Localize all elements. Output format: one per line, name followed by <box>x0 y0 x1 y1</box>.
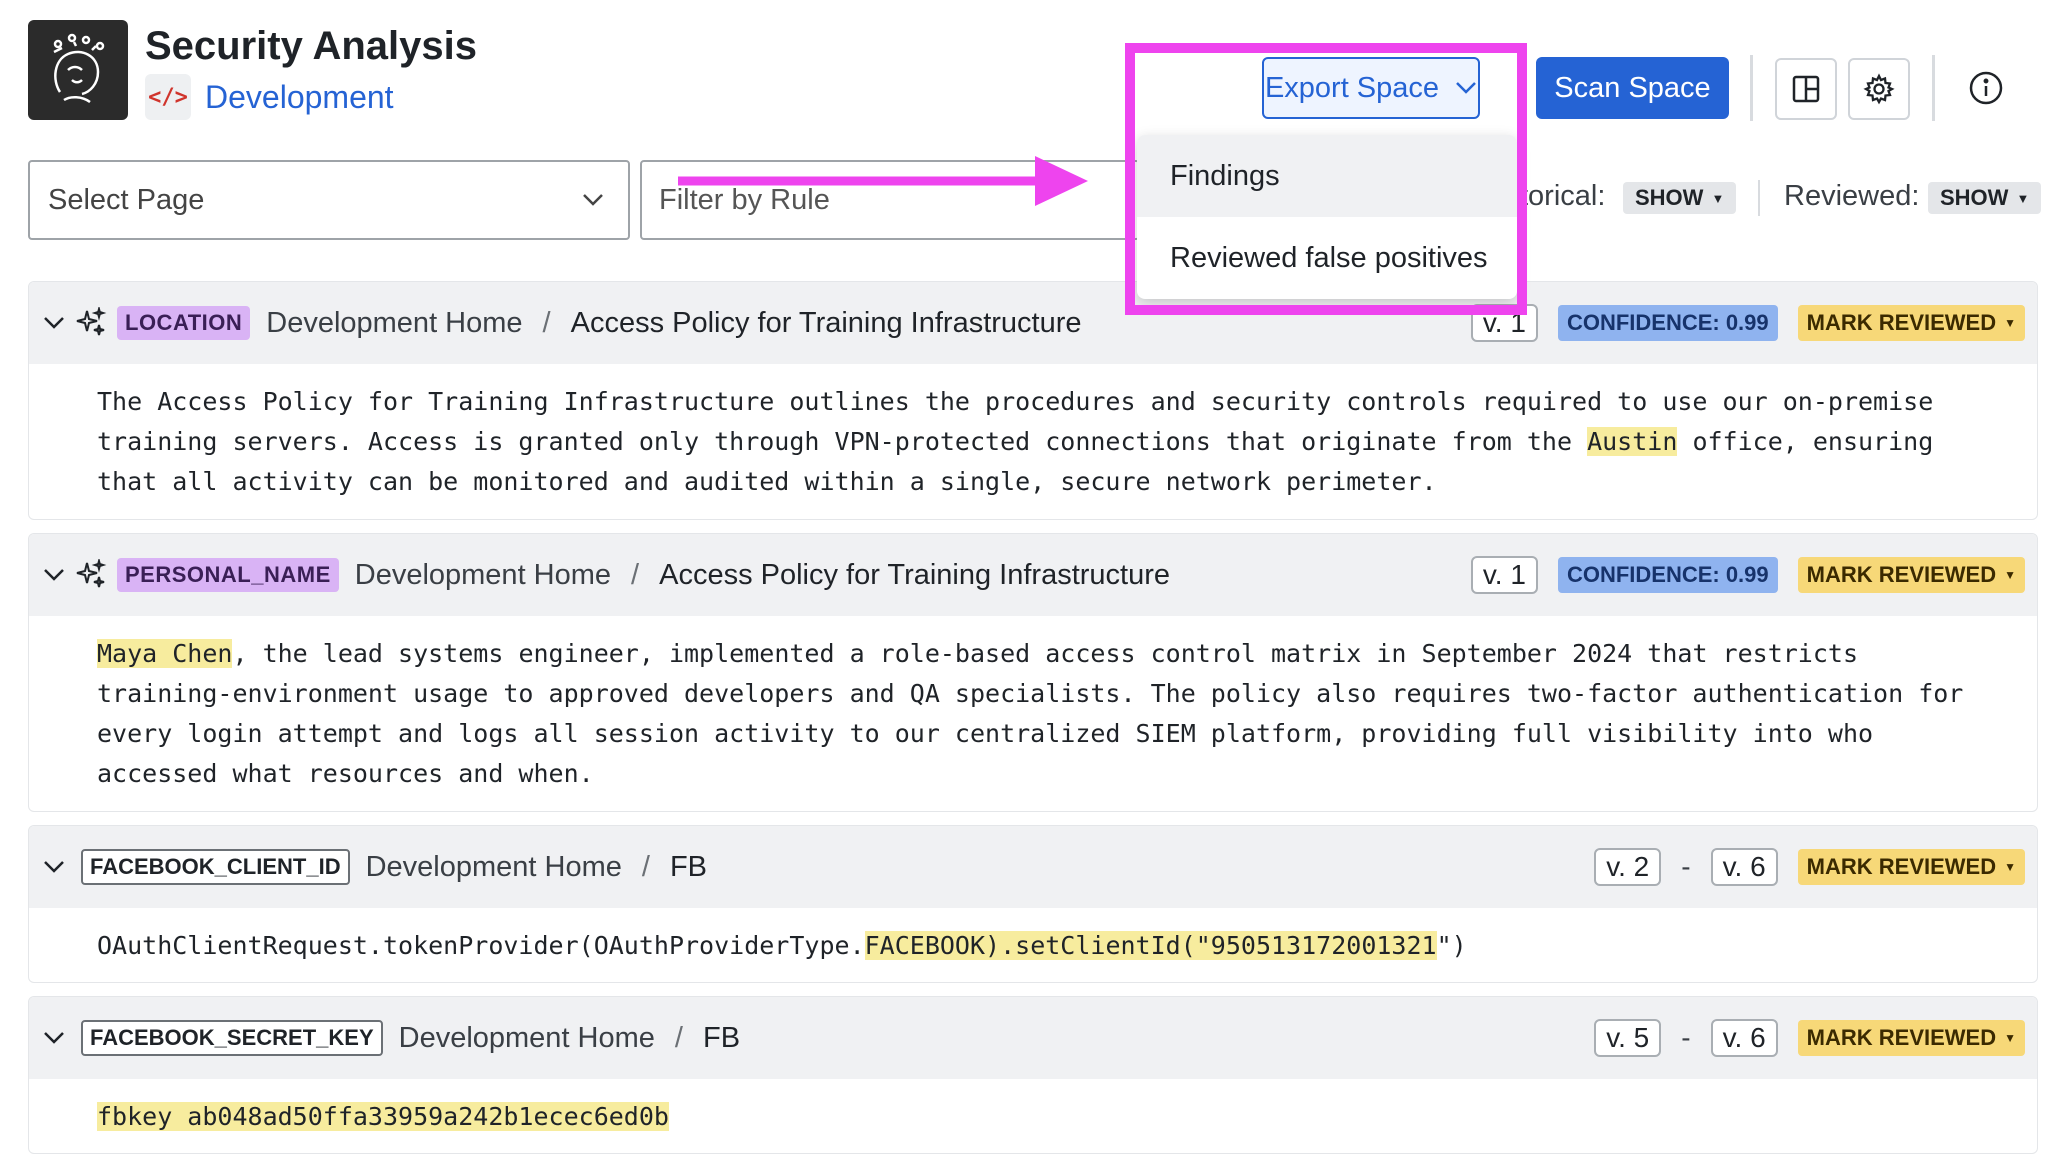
caret-down-icon: ▼ <box>2004 1031 2016 1045</box>
version-range-dash: - <box>1681 1022 1691 1053</box>
select-page-placeholder: Select Page <box>48 183 205 216</box>
chevron-down-icon <box>583 194 603 206</box>
breadcrumb-separator: / <box>641 850 650 883</box>
breadcrumb-separator: / <box>542 306 551 339</box>
code-icon: </> <box>145 74 191 120</box>
version-range-dash: - <box>1681 851 1691 882</box>
gear-icon <box>1863 73 1895 105</box>
breadcrumb-space[interactable]: Development Home <box>366 851 622 884</box>
finding-card: LOCATION Development Home / Access Polic… <box>28 281 2038 520</box>
layout-panel-icon <box>1792 75 1820 103</box>
snippet-text: , the lead systems engineer, implemented… <box>97 639 1964 788</box>
rule-tag: FACEBOOK_CLIENT_ID <box>81 849 350 885</box>
mark-reviewed-button[interactable]: MARK REVIEWED ▼ <box>1797 1020 2025 1056</box>
select-page-dropdown[interactable]: Select Page <box>28 160 630 240</box>
reviewed-label: Reviewed: <box>1784 180 1920 212</box>
snippet-text: OAuthClientRequest.tokenProvider(OAuthPr… <box>97 931 865 960</box>
chevron-down-icon[interactable] <box>43 860 67 874</box>
toolbar-divider <box>1750 55 1753 121</box>
finding-header[interactable]: FACEBOOK_SECRET_KEY Development Home / F… <box>29 997 2037 1079</box>
reviewed-toggle[interactable]: SHOW ▼ <box>1928 182 2042 214</box>
reviewed-value: SHOW <box>1940 185 2009 210</box>
historical-value: SHOW <box>1635 185 1704 210</box>
breadcrumb-space[interactable]: Development Home <box>266 307 522 340</box>
finding-snippet: The Access Policy for Training Infrastru… <box>29 364 2037 519</box>
toolbar-divider <box>1932 55 1935 121</box>
breadcrumb-page[interactable]: Access Policy for Training Infrastructur… <box>659 559 1170 592</box>
caret-down-icon: ▼ <box>2004 860 2016 874</box>
mark-reviewed-button[interactable]: MARK REVIEWED ▼ <box>1797 849 2025 885</box>
annotation-arrow <box>678 156 1088 206</box>
snippet-match: FACEBOOK).setClientId("950513172001321 <box>864 931 1437 960</box>
finding-header[interactable]: PERSONAL_NAME Development Home / Access … <box>29 534 2037 616</box>
confidence-badge: CONFIDENCE: 0.99 <box>1557 557 1778 593</box>
version-from-badge[interactable]: v. 2 <box>1594 848 1662 886</box>
chevron-down-icon[interactable] <box>43 316 67 330</box>
historical-label: torical: <box>1520 180 1606 212</box>
annotation-highlight-box <box>1125 43 1527 315</box>
mark-reviewed-button[interactable]: MARK REVIEWED ▼ <box>1797 557 2025 593</box>
breadcrumb-page[interactable]: FB <box>703 1022 740 1055</box>
app-title: Security Analysis <box>145 24 478 68</box>
ai-sparkle-icon <box>75 307 107 339</box>
caret-down-icon: ▼ <box>1711 190 1725 206</box>
caret-down-icon: ▼ <box>2004 568 2016 582</box>
rule-tag: LOCATION <box>117 306 251 340</box>
app-logo <box>28 20 128 120</box>
finding-snippet: Maya Chen, the lead systems engineer, im… <box>29 616 2037 811</box>
breadcrumb-space[interactable]: Development Home <box>355 559 611 592</box>
mark-reviewed-label: MARK REVIEWED <box>1806 1025 1997 1050</box>
caret-down-icon: ▼ <box>2004 316 2016 330</box>
snippet-text: ") <box>1436 931 1467 960</box>
info-button[interactable] <box>1960 62 2012 114</box>
finding-snippet: OAuthClientRequest.tokenProvider(OAuthPr… <box>29 908 2037 982</box>
filter-divider <box>1758 180 1760 216</box>
scan-space-button[interactable]: Scan Space <box>1536 57 1729 119</box>
version-to-badge[interactable]: v. 6 <box>1710 848 1778 886</box>
settings-button[interactable] <box>1848 58 1910 120</box>
breadcrumb-space[interactable]: Development Home <box>399 1022 655 1055</box>
caret-down-icon: ▼ <box>2016 190 2030 206</box>
space-name: Development <box>205 78 394 115</box>
snippet-match: Austin <box>1587 427 1678 456</box>
finding-snippet: fbkey ab048ad50ffa33959a242b1ecec6ed0b <box>29 1079 2037 1153</box>
mark-reviewed-label: MARK REVIEWED <box>1806 854 1997 879</box>
breadcrumb-page[interactable]: FB <box>670 851 707 884</box>
snippet-match: fbkey ab048ad50ffa33959a242b1ecec6ed0b <box>97 1102 669 1131</box>
finding-card: FACEBOOK_SECRET_KEY Development Home / F… <box>28 996 2038 1154</box>
rule-tag: PERSONAL_NAME <box>117 558 339 592</box>
breadcrumb-separator: / <box>631 558 640 591</box>
finding-card: PERSONAL_NAME Development Home / Access … <box>28 533 2038 812</box>
version-from-badge[interactable]: v. 5 <box>1594 1019 1662 1057</box>
finding-header[interactable]: LOCATION Development Home / Access Polic… <box>29 282 2037 364</box>
breadcrumb-page[interactable]: Access Policy for Training Infrastructur… <box>571 307 1082 340</box>
version-badge[interactable]: v. 1 <box>1470 556 1538 594</box>
historical-toggle[interactable]: SHOW ▼ <box>1623 182 1737 214</box>
chevron-down-icon[interactable] <box>43 568 67 582</box>
space-link[interactable]: </> Development <box>145 74 394 120</box>
mark-reviewed-label: MARK REVIEWED <box>1806 562 1997 587</box>
rule-tag: FACEBOOK_SECRET_KEY <box>81 1020 383 1056</box>
mark-reviewed-label: MARK REVIEWED <box>1806 310 1997 335</box>
finding-header[interactable]: FACEBOOK_CLIENT_ID Development Home / FB… <box>29 826 2037 908</box>
chevron-down-icon[interactable] <box>43 1031 67 1045</box>
finding-card: FACEBOOK_CLIENT_ID Development Home / FB… <box>28 825 2038 983</box>
layout-toggle-button[interactable] <box>1775 58 1837 120</box>
mark-reviewed-button[interactable]: MARK REVIEWED ▼ <box>1797 305 2025 341</box>
info-icon <box>1969 71 2003 105</box>
face-logo-icon <box>53 33 105 104</box>
snippet-match: Maya Chen <box>97 639 233 668</box>
version-to-badge[interactable]: v. 6 <box>1710 1019 1778 1057</box>
ai-sparkle-icon <box>75 559 107 591</box>
confidence-badge: CONFIDENCE: 0.99 <box>1557 305 1778 341</box>
breadcrumb-separator: / <box>674 1021 683 1054</box>
